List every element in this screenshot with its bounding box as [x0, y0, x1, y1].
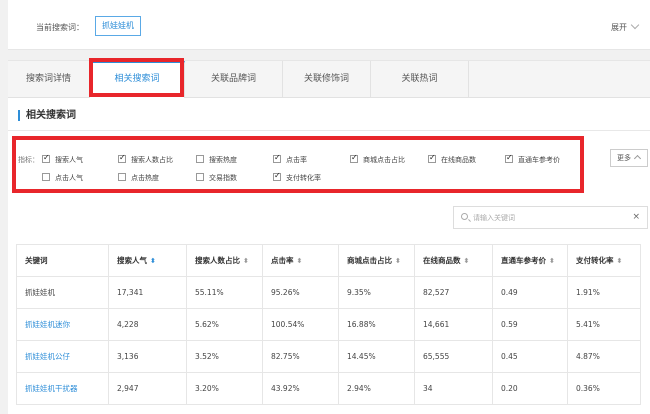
cell-click-rate: 82.75% — [262, 340, 339, 373]
checkbox-checked[interactable] — [42, 153, 50, 163]
cell-mall-click-share: 9.35% — [338, 276, 415, 309]
cell-searcher-share: 3.20% — [186, 372, 263, 405]
checkbox-checked[interactable] — [428, 153, 436, 163]
expand-toggle[interactable]: 展开 — [611, 20, 640, 33]
column-header-searcher-share[interactable]: 搜索人数占比 ⬍ — [186, 244, 263, 277]
sort-icon[interactable]: ⬍ — [150, 257, 156, 265]
current-search-label: 当前搜索词： — [36, 23, 84, 32]
related-terms-table: 关键词 搜索人气 ⬍ 搜索人数占比 ⬍ 点击率 ⬍ 商城点击占比 ⬍ 在线商品数 ⬍ 直通… — [16, 244, 641, 405]
current-search-bar: 当前搜索词： 抓娃娃机 展开 — [8, 0, 650, 50]
cell-payment-conversion: 1.91% — [567, 276, 641, 309]
indicator-checkbox-payment-conversion[interactable]: 支付转化率 — [273, 171, 321, 183]
chevron-up-icon — [633, 154, 642, 163]
section-title: 相关搜索词 — [18, 110, 76, 121]
sort-icon[interactable]: ⬍ — [464, 257, 470, 265]
cell-online-products: 82,527 — [414, 276, 493, 309]
checkbox-checked[interactable] — [505, 153, 513, 163]
indicator-checkbox-click-rate[interactable]: 点击率 — [273, 153, 307, 165]
sort-icon[interactable]: ⬍ — [395, 257, 401, 265]
column-header-keyword: 关键词 — [16, 244, 109, 277]
keyword-link[interactable]: 抓娃娃机公仔 — [16, 340, 109, 373]
cell-payment-conversion: 0.36% — [567, 372, 641, 405]
table-row: 抓娃娃机迷你 4,228 5.62% 100.54% 16.88% 14,661… — [16, 308, 641, 341]
tab-bar: 搜索词详情 相关搜索词 关联品牌词 关联修饰词 关联热词 — [8, 60, 650, 99]
cell-ztc-reference-price: 0.59 — [492, 308, 568, 341]
cell-mall-click-share: 2.94% — [338, 372, 415, 405]
table-row: 抓娃娃机 17,341 55.11% 95.26% 9.35% 82,527 0… — [16, 276, 641, 309]
cell-online-products: 34 — [414, 372, 493, 405]
sort-icon[interactable]: ⬍ — [617, 257, 623, 265]
indicator-label: 指标： — [18, 156, 39, 164]
cell-payment-conversion: 4.87% — [567, 340, 641, 373]
cell-click-rate: 100.54% — [262, 308, 339, 341]
tab-search-term-details[interactable]: 搜索词详情 — [8, 61, 90, 98]
indicator-checkbox-search-heat[interactable]: 搜索热度 — [196, 155, 237, 165]
cell-search-popularity: 17,341 — [108, 276, 187, 309]
divider — [8, 130, 650, 131]
expand-label: 展开 — [611, 23, 627, 32]
tab-related-modifier-terms[interactable]: 关联修饰词 — [283, 61, 371, 98]
cell-click-rate: 95.26% — [262, 276, 339, 309]
checkbox-unchecked[interactable] — [42, 173, 50, 181]
keyword-link[interactable]: 抓娃娃机迷你 — [16, 308, 109, 341]
cell-searcher-share: 55.11% — [186, 276, 263, 309]
indicator-checkbox-ztc-reference-price[interactable]: 直通车参考价 — [505, 153, 560, 165]
cell-searcher-share: 3.52% — [186, 340, 263, 373]
indicator-checkbox-mall-click-share[interactable]: 商城点击占比 — [350, 153, 405, 165]
checkbox-unchecked[interactable] — [118, 173, 126, 181]
checkbox-unchecked[interactable] — [196, 173, 204, 181]
table-header-row: 关键词 搜索人气 ⬍ 搜索人数占比 ⬍ 点击率 ⬍ 商城点击占比 ⬍ 在线商品数 ⬍ 直通… — [16, 244, 641, 277]
cell-ztc-reference-price: 0.20 — [492, 372, 568, 405]
indicator-checkbox-click-heat[interactable]: 点击热度 — [118, 173, 159, 183]
table-row: 抓娃娃机公仔 3,136 3.52% 82.75% 14.45% 65,555 … — [16, 340, 641, 373]
keyword-cell: 抓娃娃机 — [16, 276, 109, 309]
current-search-tag[interactable]: 抓娃娃机 — [95, 16, 141, 36]
indicator-checkbox-click-popularity[interactable]: 点击人气 — [42, 173, 83, 183]
more-button[interactable]: 更多 — [610, 149, 648, 167]
cell-payment-conversion: 5.41% — [567, 308, 641, 341]
cell-click-rate: 43.92% — [262, 372, 339, 405]
checkbox-checked[interactable] — [273, 171, 281, 181]
indicator-checkbox-searcher-share[interactable]: 搜索人数占比 — [118, 153, 173, 165]
checkbox-checked[interactable] — [350, 153, 358, 163]
keyword-search-input[interactable] — [473, 210, 628, 225]
indicator-checkbox-transaction-index[interactable]: 交易指数 — [196, 173, 237, 183]
cell-mall-click-share: 16.88% — [338, 308, 415, 341]
checkbox-checked[interactable] — [118, 153, 126, 163]
tab-related-hot-terms[interactable]: 关联热词 — [371, 61, 469, 98]
checkbox-checked[interactable] — [273, 153, 281, 163]
cell-search-popularity: 4,228 — [108, 308, 187, 341]
cell-online-products: 65,555 — [414, 340, 493, 373]
column-header-mall-click-share[interactable]: 商城点击占比 ⬍ — [338, 244, 415, 277]
clear-icon[interactable]: × — [632, 212, 640, 222]
column-header-click-rate[interactable]: 点击率 ⬍ — [262, 244, 339, 277]
tab-related-brand-terms[interactable]: 关联品牌词 — [185, 61, 283, 98]
cell-ztc-reference-price: 0.49 — [492, 276, 568, 309]
cell-search-popularity: 2,947 — [108, 372, 187, 405]
sort-icon[interactable]: ⬍ — [297, 257, 303, 265]
cell-searcher-share: 5.62% — [186, 308, 263, 341]
indicator-checkbox-search-popularity[interactable]: 搜索人气 — [42, 153, 83, 165]
column-header-online-products[interactable]: 在线商品数 ⬍ — [414, 244, 493, 277]
column-header-ztc-reference-price[interactable]: 直通车参考价 ⬍ — [492, 244, 568, 277]
cell-ztc-reference-price: 0.45 — [492, 340, 568, 373]
tab-related-search-terms[interactable]: 相关搜索词 — [90, 61, 185, 99]
main-panel: 相关搜索词 指标： 搜索人气 搜索人数占比 搜索热度 点击率 商城点击占比 在线… — [8, 98, 650, 414]
column-header-payment-conversion[interactable]: 支付转化率 ⬍ — [567, 244, 641, 277]
sort-icon[interactable]: ⬍ — [243, 257, 249, 265]
cell-online-products: 14,661 — [414, 308, 493, 341]
chevron-down-icon — [630, 20, 640, 30]
indicator-checkbox-online-products[interactable]: 在线商品数 — [428, 153, 476, 165]
column-header-search-popularity[interactable]: 搜索人气 ⬍ — [108, 244, 187, 277]
cell-search-popularity: 3,136 — [108, 340, 187, 373]
checkbox-unchecked[interactable] — [196, 155, 204, 163]
keyword-link[interactable]: 抓娃娃机干扰器 — [16, 372, 109, 405]
cell-mall-click-share: 14.45% — [338, 340, 415, 373]
sort-icon[interactable]: ⬍ — [549, 257, 555, 265]
search-icon — [461, 213, 468, 220]
table-row: 抓娃娃机干扰器 2,947 3.20% 43.92% 2.94% 34 0.20… — [16, 372, 641, 405]
keyword-search-box: × — [453, 206, 648, 229]
